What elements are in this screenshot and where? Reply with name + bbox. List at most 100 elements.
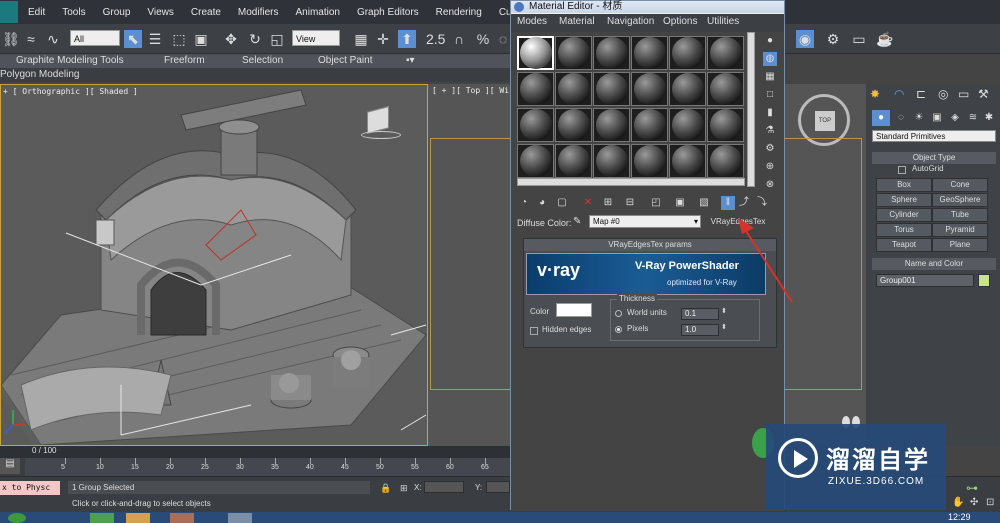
material-slot[interactable] (707, 36, 744, 70)
link-icon[interactable]: ⛓ (2, 30, 20, 48)
pyramid-button[interactable]: Pyramid (932, 223, 988, 237)
ribbon-options-icon[interactable]: ▪▾ (406, 55, 415, 66)
material-slot[interactable] (555, 72, 592, 106)
menu-group[interactable]: Group (103, 7, 131, 18)
bind-spacewarp-icon[interactable]: ∿ (44, 30, 62, 48)
material-slot[interactable] (707, 144, 744, 178)
cameras-icon[interactable]: ▣ (928, 110, 946, 126)
slots-vscrollbar[interactable] (747, 32, 755, 187)
keyboard-shortcut-icon[interactable]: ⬆ (398, 30, 416, 48)
go-forward-sibling-icon[interactable]: ⤵ (755, 196, 769, 210)
orbit-icon[interactable]: ✣ (970, 497, 978, 508)
material-slot[interactable] (707, 72, 744, 106)
material-slot[interactable] (555, 108, 592, 142)
material-slot[interactable] (555, 36, 592, 70)
world-units-spinner-icon[interactable]: ⬍ (721, 307, 727, 315)
motion-tab-icon[interactable]: ◎ (938, 86, 956, 102)
material-slot[interactable] (669, 72, 706, 106)
absolute-mode-icon[interactable]: ⊞ (400, 483, 408, 494)
sphere-button[interactable]: Sphere (876, 193, 932, 207)
material-slot[interactable] (631, 108, 668, 142)
render-setup-icon[interactable]: ⚙ (824, 30, 842, 48)
make-preview-icon[interactable]: ⚗ (763, 124, 777, 138)
teapot-button[interactable]: Teapot (876, 238, 932, 252)
material-slot[interactable] (593, 36, 630, 70)
pivot-icon[interactable]: ▦ (352, 30, 370, 48)
backlight-icon[interactable]: ◍ (763, 52, 777, 66)
material-slot[interactable] (593, 108, 630, 142)
me-menu-modes[interactable]: Modes (517, 16, 547, 27)
viewcube[interactable] (361, 106, 401, 139)
viewcube-top-face[interactable]: TOP (815, 111, 835, 131)
lights-icon[interactable]: ☀ (910, 110, 928, 126)
display-tab-icon[interactable]: ▭ (958, 86, 976, 102)
put-to-library-icon[interactable]: ◰ (649, 196, 663, 210)
me-menu-utilities[interactable]: Utilities (707, 16, 739, 27)
put-to-scene-icon[interactable]: ◕ (535, 196, 549, 210)
edge-color-swatch[interactable] (556, 303, 592, 317)
material-map-navigator-icon[interactable]: ⊗ (763, 178, 777, 192)
make-unique-icon[interactable]: ⊟ (623, 196, 637, 210)
material-slot[interactable] (631, 36, 668, 70)
pan-view-icon[interactable]: ✋ (952, 497, 964, 508)
material-editor-icon[interactable]: ◉ (796, 30, 814, 48)
map-name-dropdown-arrow-icon[interactable]: ▾ (694, 216, 698, 227)
angle-snap-icon[interactable]: ∩ (450, 30, 468, 48)
helpers-icon[interactable]: ◈ (946, 110, 964, 126)
create-tab-icon[interactable]: ✸ (870, 86, 888, 102)
autogrid-checkbox[interactable] (898, 166, 906, 174)
material-slot[interactable] (631, 72, 668, 106)
material-slot[interactable] (517, 36, 554, 70)
menu-animation[interactable]: Animation (295, 7, 339, 18)
plane-button[interactable]: Plane (932, 238, 988, 252)
primitives-dropdown[interactable]: Standard Primitives (872, 130, 996, 142)
ref-coord-dropdown[interactable]: View (292, 30, 340, 46)
material-slot[interactable] (555, 144, 592, 178)
utilities-tab-icon[interactable]: ⚒ (978, 86, 996, 102)
pixels-field[interactable]: 1.0 (681, 324, 719, 336)
material-slot[interactable] (593, 144, 630, 178)
move-icon[interactable]: ✥ (222, 30, 240, 48)
object-name-field[interactable]: Group001 (876, 274, 974, 287)
show-map-in-viewport-icon[interactable]: ▧ (697, 196, 711, 210)
taskbar-app-3[interactable] (170, 513, 194, 523)
menu-graph-editors[interactable]: Graph Editors (357, 7, 419, 18)
material-slot[interactable] (517, 108, 554, 142)
me-menu-navigation[interactable]: Navigation (607, 16, 654, 27)
menu-tools[interactable]: Tools (62, 7, 85, 18)
cylinder-button[interactable]: Cylinder (876, 208, 932, 222)
maximize-viewport-icon[interactable]: ⊡ (986, 497, 994, 508)
select-by-material-icon[interactable]: ⊕ (763, 160, 777, 174)
pick-material-icon[interactable]: ✎ (573, 216, 581, 227)
modify-tab-icon[interactable]: ◠ (894, 86, 912, 102)
world-units-field[interactable]: 0.1 (681, 308, 719, 320)
rect-selection-icon[interactable]: ⬚ (170, 30, 188, 48)
hierarchy-tab-icon[interactable]: ⊏ (916, 86, 934, 102)
material-slot[interactable] (517, 72, 554, 106)
get-material-icon[interactable]: ◔ (517, 196, 531, 210)
app-logo-icon[interactable] (0, 1, 18, 23)
assign-to-selection-icon[interactable]: ▢ (555, 196, 569, 210)
snap-toggle-icon[interactable]: 2.5 (426, 30, 445, 48)
menu-rendering[interactable]: Rendering (436, 7, 482, 18)
options-icon[interactable]: ⚙ (763, 142, 777, 156)
me-menu-material[interactable]: Material (559, 16, 595, 27)
x-coord-field[interactable] (424, 481, 464, 493)
box-button[interactable]: Box (876, 178, 932, 192)
tab-selection[interactable]: Selection (242, 55, 283, 66)
taskbar-app-3dsmax[interactable] (228, 513, 252, 523)
cone-button[interactable]: Cone (932, 178, 988, 192)
torus-button[interactable]: Torus (876, 223, 932, 237)
rotate-icon[interactable]: ↻ (246, 30, 264, 48)
pixels-radio[interactable] (615, 326, 622, 333)
window-crossing-icon[interactable]: ▣ (192, 30, 210, 48)
me-menu-options[interactable]: Options (663, 16, 697, 27)
video-color-check-icon[interactable]: ▮ (763, 106, 777, 120)
object-type-rollout[interactable]: Object Type (872, 152, 996, 164)
start-button[interactable] (8, 513, 26, 523)
set-key-icon[interactable]: ⊶ (966, 481, 978, 495)
pixels-spinner-icon[interactable]: ⬍ (721, 323, 727, 331)
menu-edit[interactable]: Edit (28, 7, 45, 18)
material-editor-titlebar[interactable]: Material Editor - 材质 (511, 1, 784, 13)
material-slot[interactable] (669, 108, 706, 142)
